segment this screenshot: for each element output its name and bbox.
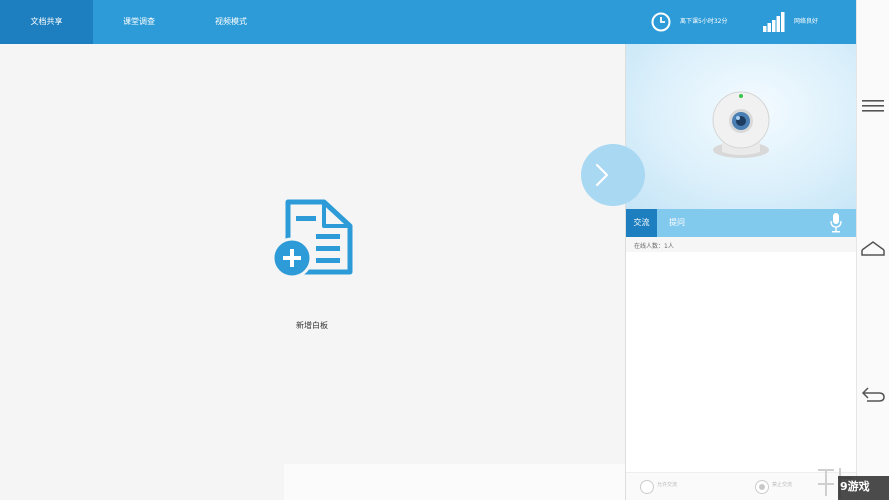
watermark-text: 9游戏 bbox=[840, 480, 870, 493]
system-nav-bar bbox=[856, 0, 889, 500]
add-whiteboard-label[interactable]: 新增白板 bbox=[270, 320, 354, 331]
chat-tabs: 交流 提问 bbox=[626, 209, 857, 237]
webcam-icon bbox=[712, 91, 770, 158]
back-icon[interactable] bbox=[859, 384, 887, 404]
network-status: 网络良好 bbox=[794, 18, 819, 25]
forbid-chat-radio[interactable] bbox=[755, 480, 769, 494]
video-preview bbox=[626, 44, 857, 209]
allow-chat-label: 允许交流 bbox=[657, 482, 678, 488]
bottom-strip bbox=[284, 464, 625, 500]
class-time-remaining: 离下课5小时32分 bbox=[680, 18, 728, 25]
online-count: 在线人数：1人 bbox=[634, 243, 674, 250]
document-add-icon[interactable] bbox=[272, 198, 356, 280]
tab-video-mode[interactable]: 视频模式 bbox=[185, 0, 277, 44]
tab-chat[interactable]: 交流 bbox=[626, 209, 657, 237]
tab-questions[interactable]: 提问 bbox=[657, 209, 697, 237]
clock-icon bbox=[651, 12, 671, 32]
tab-class-survey[interactable]: 课堂调查 bbox=[93, 0, 185, 44]
whiteboard-area: 新增白板 bbox=[0, 44, 625, 500]
top-bar: 文档共享 课堂调查 视频模式 离下课5小时32分 网络良好 bbox=[0, 0, 856, 44]
expand-panel-button[interactable] bbox=[581, 144, 645, 206]
tab-document-share[interactable]: 文档共享 bbox=[0, 0, 93, 44]
signal-icon bbox=[763, 12, 785, 32]
allow-chat-radio[interactable] bbox=[640, 480, 654, 494]
home-icon[interactable] bbox=[859, 239, 887, 259]
chevron-right-icon bbox=[595, 163, 609, 187]
side-panel: 交流 提问 在线人数：1人 允许交流 禁止交流 bbox=[625, 44, 857, 500]
microphone-icon[interactable] bbox=[830, 213, 842, 233]
menu-icon[interactable] bbox=[859, 96, 887, 116]
forbid-chat-label: 禁止交流 bbox=[772, 482, 793, 488]
